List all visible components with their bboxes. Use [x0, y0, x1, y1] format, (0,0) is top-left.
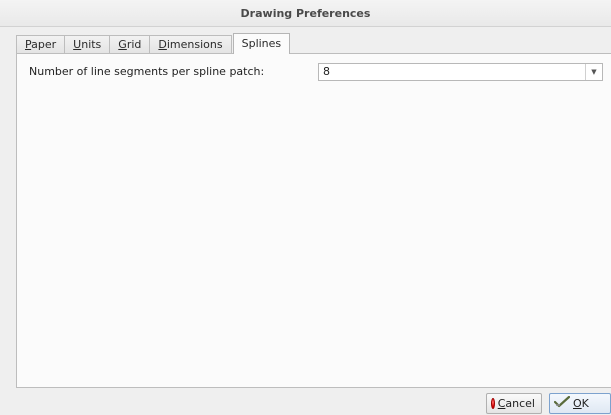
splines-tab-panel: Number of line segments per spline patch… — [16, 53, 611, 388]
tab-dimensions[interactable]: Dimensions — [149, 35, 232, 54]
segments-per-patch-select[interactable]: 8 ▼ — [318, 63, 603, 81]
ok-check-icon — [553, 395, 571, 411]
window-title-bar: Drawing Preferences — [0, 0, 611, 27]
tab-units[interactable]: Units — [64, 35, 111, 54]
segments-per-patch-label: Number of line segments per spline patch… — [29, 65, 265, 78]
cancel-button[interactable]: Cancel — [486, 393, 542, 414]
tab-splines[interactable]: Splines — [232, 33, 291, 54]
tab-paper[interactable]: Paper — [16, 35, 66, 54]
chevron-down-icon[interactable]: ▼ — [585, 64, 602, 80]
tab-bar: Paper Units Grid Dimensions Splines — [16, 33, 291, 54]
cancel-red-dot-icon — [491, 398, 495, 409]
segments-per-patch-value: 8 — [323, 65, 330, 78]
drawing-preferences-dialog: Drawing Preferences Paper Units Grid Dim… — [0, 0, 611, 415]
tab-grid[interactable]: Grid — [109, 35, 151, 54]
ok-button[interactable]: OK — [549, 393, 611, 414]
window-title: Drawing Preferences — [240, 6, 371, 20]
